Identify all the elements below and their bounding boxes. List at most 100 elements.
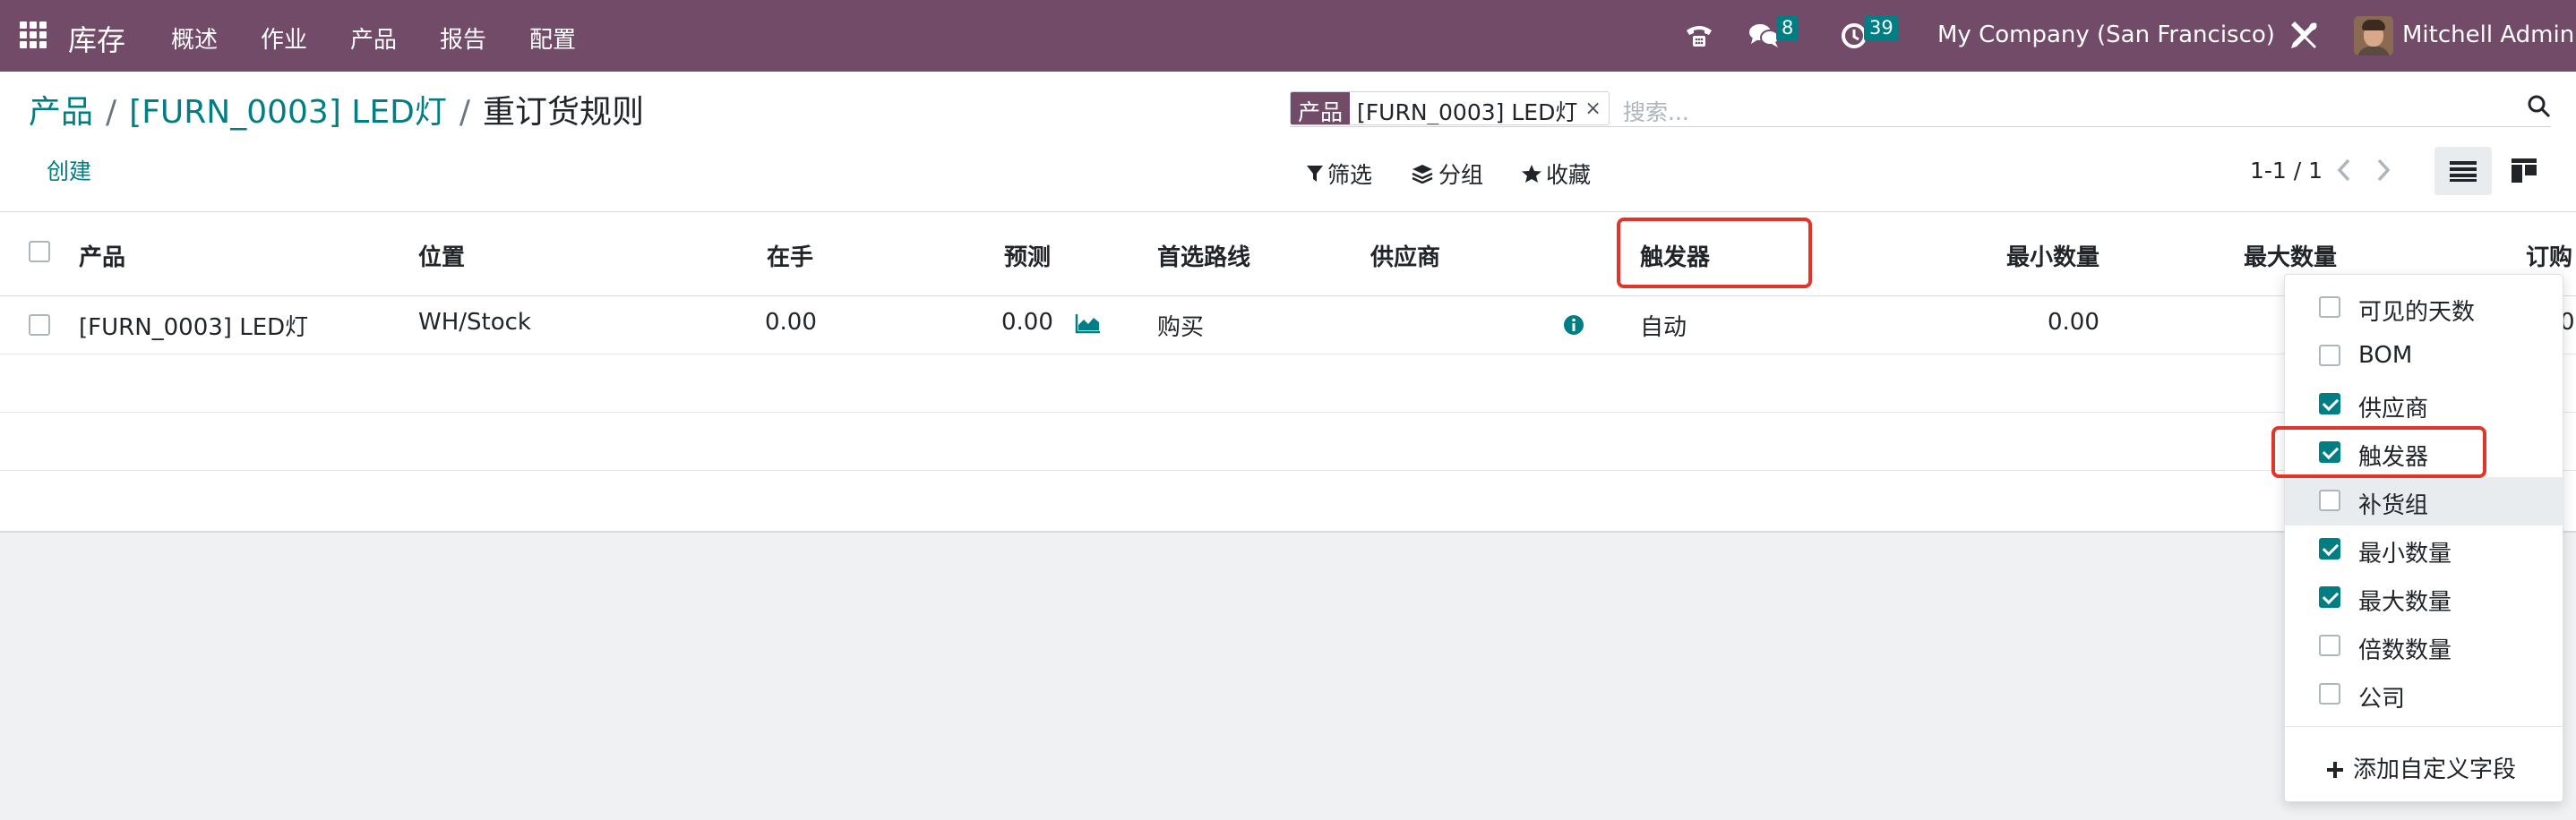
search-bar: 产品 [FURN_0003] LED灯 × 搜索...: [1290, 86, 2551, 127]
menu-overview[interactable]: 概述: [171, 21, 218, 55]
optional-columns-dropdown: 可见的天数 BOM 供应商 触发器 补货组 最小数量 最大数量 倍数数量 公司 …: [2284, 274, 2564, 802]
top-navbar: 库存 概述 作业 产品 报告 配置 8 39 My Company (San F…: [0, 0, 2576, 72]
option-label: 最大数量: [2358, 589, 2452, 616]
search-facet: 产品 [FURN_0003] LED灯 ×: [1290, 91, 1610, 125]
reorder-rules-table: 产品 位置 在手 预测 首选路线 供应商 触发器 最小数量 最大数量 订购 [F…: [0, 212, 2576, 533]
activities-badge: 39: [1864, 16, 1899, 41]
trigger-column-highlight: [1617, 218, 1812, 288]
debug-tools-icon[interactable]: [2288, 20, 2320, 58]
facet-label: 产品: [1291, 92, 1351, 124]
column-forecast[interactable]: 预测: [1004, 239, 1051, 272]
kanban-view-button[interactable]: [2499, 147, 2549, 195]
cell-route: 购买: [1157, 314, 1205, 341]
option-label: BOM: [2358, 342, 2413, 369]
forecast-chart-icon[interactable]: [1075, 312, 1102, 340]
cell-on-hand: 0.00: [765, 309, 817, 336]
list-icon: [2450, 161, 2477, 182]
cell-product: [FURN_0003] LED灯: [79, 314, 309, 341]
option-bom[interactable]: BOM: [2285, 332, 2564, 380]
option-label: 补货组: [2358, 492, 2429, 519]
menu-reporting[interactable]: 报告: [440, 21, 486, 55]
filters-button[interactable]: 筛选: [1306, 158, 1372, 190]
menu-operations[interactable]: 作业: [261, 21, 307, 55]
option-checkbox[interactable]: [2319, 635, 2340, 656]
filter-icon: [1307, 166, 1323, 182]
dropdown-divider: [2285, 726, 2564, 727]
option-label: 公司: [2358, 686, 2406, 713]
create-button[interactable]: 创建: [47, 154, 91, 186]
star-icon: [1522, 165, 1541, 183]
option-multiple-qty[interactable]: 倍数数量: [2285, 622, 2564, 671]
plus-icon: [2327, 762, 2343, 778]
app-menu-icon[interactable]: [20, 21, 47, 48]
row-checkbox[interactable]: [29, 314, 50, 336]
option-label: 供应商: [2358, 396, 2429, 423]
option-label: 最小数量: [2358, 541, 2452, 568]
option-min-qty[interactable]: 最小数量: [2285, 525, 2564, 574]
option-checkbox[interactable]: [2319, 345, 2340, 366]
option-visible-days[interactable]: 可见的天数: [2285, 284, 2564, 332]
add-custom-field-button[interactable]: 添加自定义字段: [2326, 751, 2516, 784]
page-title: 重订货规则: [482, 94, 644, 131]
app-brand[interactable]: 库存: [68, 18, 125, 59]
facet-remove-icon[interactable]: ×: [1584, 92, 1608, 124]
menu-products[interactable]: 产品: [350, 21, 397, 55]
user-avatar[interactable]: [2354, 16, 2393, 56]
select-all-checkbox[interactable]: [29, 241, 50, 262]
option-replenishment-group[interactable]: 补货组: [2285, 477, 2564, 525]
empty-row: [0, 354, 2576, 413]
option-max-qty[interactable]: 最大数量: [2285, 574, 2564, 622]
option-company[interactable]: 公司: [2285, 671, 2564, 719]
pager-value[interactable]: 1-1 / 1: [2250, 158, 2323, 184]
column-preferred-route[interactable]: 首选路线: [1157, 239, 1250, 272]
layers-icon: [1412, 165, 1433, 184]
column-min-qty[interactable]: 最小数量: [2006, 239, 2099, 272]
option-checkbox[interactable]: [2319, 586, 2340, 608]
group-by-button[interactable]: 分组: [1412, 158, 1483, 190]
column-on-hand[interactable]: 在手: [767, 239, 813, 272]
breadcrumb: 产品 / [FURN_0003] LED灯 / 重订货规则: [29, 94, 644, 131]
option-label: 倍数数量: [2358, 637, 2452, 664]
cell-min-qty: 0.00: [2048, 309, 2099, 336]
table-header: 产品 位置 在手 预测 首选路线 供应商 触发器 最小数量 最大数量 订购: [0, 212, 2576, 296]
breadcrumb-products[interactable]: 产品: [29, 94, 93, 131]
cell-trigger: 自动: [1640, 314, 1687, 341]
group-by-label: 分组: [1438, 162, 1484, 188]
phone-icon[interactable]: [1684, 20, 1714, 56]
pager-prev-icon[interactable]: [2336, 158, 2352, 189]
kanban-icon: [2512, 158, 2537, 183]
option-checkbox[interactable]: [2319, 683, 2340, 705]
control-panel: 产品 / [FURN_0003] LED灯 / 重订货规则 产品 [FURN_0003]…: [0, 72, 2576, 212]
option-vendor[interactable]: 供应商: [2285, 380, 2564, 429]
option-checkbox[interactable]: [2319, 538, 2340, 559]
company-switcher[interactable]: My Company (San Francisco): [1937, 21, 2275, 48]
favorites-button[interactable]: 收藏: [1521, 158, 1591, 190]
trigger-option-highlight: [2271, 426, 2486, 478]
breadcrumb-product[interactable]: [FURN_0003] LED灯: [129, 94, 447, 131]
cell-forecast: 0.00: [1001, 309, 1053, 336]
user-menu[interactable]: Mitchell Admin: [2402, 21, 2574, 48]
messages-badge: 8: [1776, 16, 1799, 41]
search-icon[interactable]: [2528, 95, 2551, 124]
option-checkbox[interactable]: [2319, 490, 2340, 511]
column-max-qty[interactable]: 最大数量: [2244, 239, 2337, 272]
column-vendor[interactable]: 供应商: [1370, 239, 1440, 272]
table-row[interactable]: [FURN_0003] LED灯 WH/Stock 0.00 0.00 购买 自…: [0, 296, 2576, 354]
cell-location: WH/Stock: [418, 309, 531, 336]
column-location[interactable]: 位置: [418, 239, 465, 272]
add-custom-field-label: 添加自定义字段: [2353, 756, 2517, 783]
list-view-button[interactable]: [2434, 147, 2492, 195]
favorites-label: 收藏: [1546, 162, 1592, 188]
column-product[interactable]: 产品: [79, 239, 125, 272]
column-order[interactable]: 订购: [2526, 239, 2572, 272]
empty-row: [0, 413, 2576, 471]
facet-value: [FURN_0003] LED灯: [1357, 99, 1578, 125]
pager-next-icon[interactable]: [2375, 158, 2391, 189]
option-label: 可见的天数: [2358, 299, 2476, 326]
option-checkbox[interactable]: [2319, 393, 2340, 414]
search-input[interactable]: 搜索...: [1623, 95, 1689, 127]
filters-label: 筛选: [1327, 162, 1373, 188]
menu-configuration[interactable]: 配置: [529, 21, 576, 55]
info-icon[interactable]: [1563, 314, 1584, 342]
option-checkbox[interactable]: [2319, 296, 2340, 318]
